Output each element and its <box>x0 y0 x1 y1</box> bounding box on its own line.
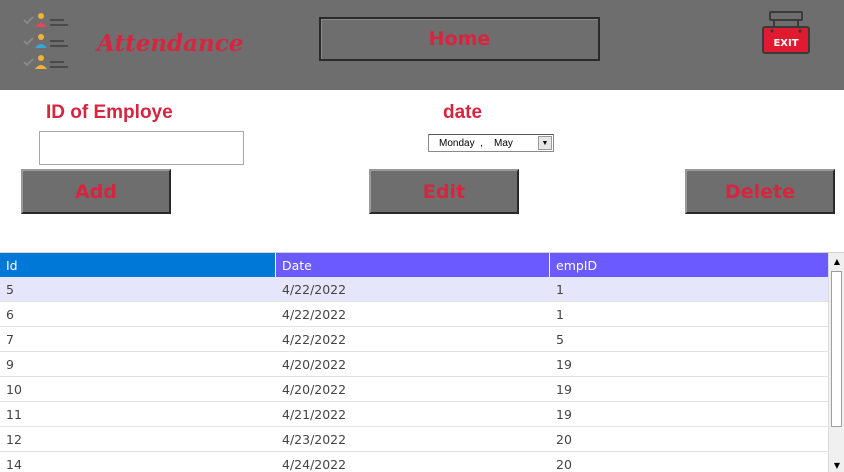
cell-date: 4/20/2022 <box>282 356 347 372</box>
table-row[interactable]: 12 4/23/2022 20 <box>0 427 828 452</box>
date-value: Monday , May <box>439 137 513 149</box>
attendance-window: Attendance Home EXIT ID of Employe date … <box>0 0 844 472</box>
header-bar: Attendance Home EXIT <box>0 0 844 90</box>
column-header-empid[interactable]: empID <box>550 253 828 277</box>
cell-empid: 19 <box>556 381 572 397</box>
grid-table: Id Date empID 5 4/22/2022 1 6 4/22/2022 … <box>0 253 828 472</box>
cell-date: 4/22/2022 <box>282 306 347 322</box>
table-row[interactable]: 11 4/21/2022 19 <box>0 402 828 427</box>
app-title: Attendance <box>97 30 244 57</box>
checklist-people-icon <box>23 13 68 69</box>
home-button[interactable]: Home <box>319 17 600 61</box>
cell-date: 4/22/2022 <box>282 331 347 347</box>
exit-sign-icon[interactable]: EXIT <box>760 10 812 56</box>
date-label: date <box>443 102 483 123</box>
scrollbar-thumb[interactable] <box>831 271 842 427</box>
cell-empid: 1 <box>556 306 564 322</box>
grid-header: Id Date empID <box>0 253 828 277</box>
scroll-up-icon[interactable]: ▲ <box>829 253 844 269</box>
cell-id: 7 <box>6 331 14 347</box>
cell-date: 4/24/2022 <box>282 456 347 472</box>
column-header-id[interactable]: Id <box>0 253 276 277</box>
cell-empid: 5 <box>556 331 564 347</box>
cell-id: 12 <box>6 431 22 447</box>
date-picker[interactable]: Monday , May ▼ <box>428 134 554 152</box>
table-row[interactable]: 5 4/22/2022 1 <box>0 277 828 302</box>
employee-id-input[interactable] <box>39 131 244 165</box>
attendance-grid[interactable]: Id Date empID 5 4/22/2022 1 6 4/22/2022 … <box>0 252 844 472</box>
table-row[interactable]: 10 4/20/2022 19 <box>0 377 828 402</box>
cell-empid: 1 <box>556 281 564 297</box>
cell-id: 5 <box>6 281 14 297</box>
cell-id: 14 <box>6 456 22 472</box>
table-row[interactable]: 7 4/22/2022 5 <box>0 327 828 352</box>
cell-id: 9 <box>6 356 14 372</box>
edit-button[interactable]: Edit <box>369 169 519 214</box>
vertical-scrollbar[interactable]: ▲ ▼ <box>828 253 844 472</box>
delete-button[interactable]: Delete <box>685 169 835 214</box>
scroll-down-icon[interactable]: ▼ <box>829 457 844 472</box>
dropdown-arrow-icon[interactable]: ▼ <box>538 136 552 150</box>
cell-date: 4/23/2022 <box>282 431 347 447</box>
column-header-date[interactable]: Date <box>276 253 550 277</box>
cell-empid: 19 <box>556 356 572 372</box>
cell-date: 4/20/2022 <box>282 381 347 397</box>
cell-empid: 20 <box>556 431 572 447</box>
cell-id: 10 <box>6 381 22 397</box>
cell-id: 11 <box>6 406 22 422</box>
exit-label: EXIT <box>773 38 798 49</box>
employee-id-label: ID of Employe <box>46 102 173 123</box>
table-row[interactable]: 6 4/22/2022 1 <box>0 302 828 327</box>
cell-date: 4/22/2022 <box>282 281 347 297</box>
cell-empid: 20 <box>556 456 572 472</box>
cell-id: 6 <box>6 306 14 322</box>
cell-date: 4/21/2022 <box>282 406 347 422</box>
table-row[interactable]: 9 4/20/2022 19 <box>0 352 828 377</box>
add-button[interactable]: Add <box>21 169 171 214</box>
table-row[interactable]: 14 4/24/2022 20 <box>0 452 828 472</box>
cell-empid: 19 <box>556 406 572 422</box>
